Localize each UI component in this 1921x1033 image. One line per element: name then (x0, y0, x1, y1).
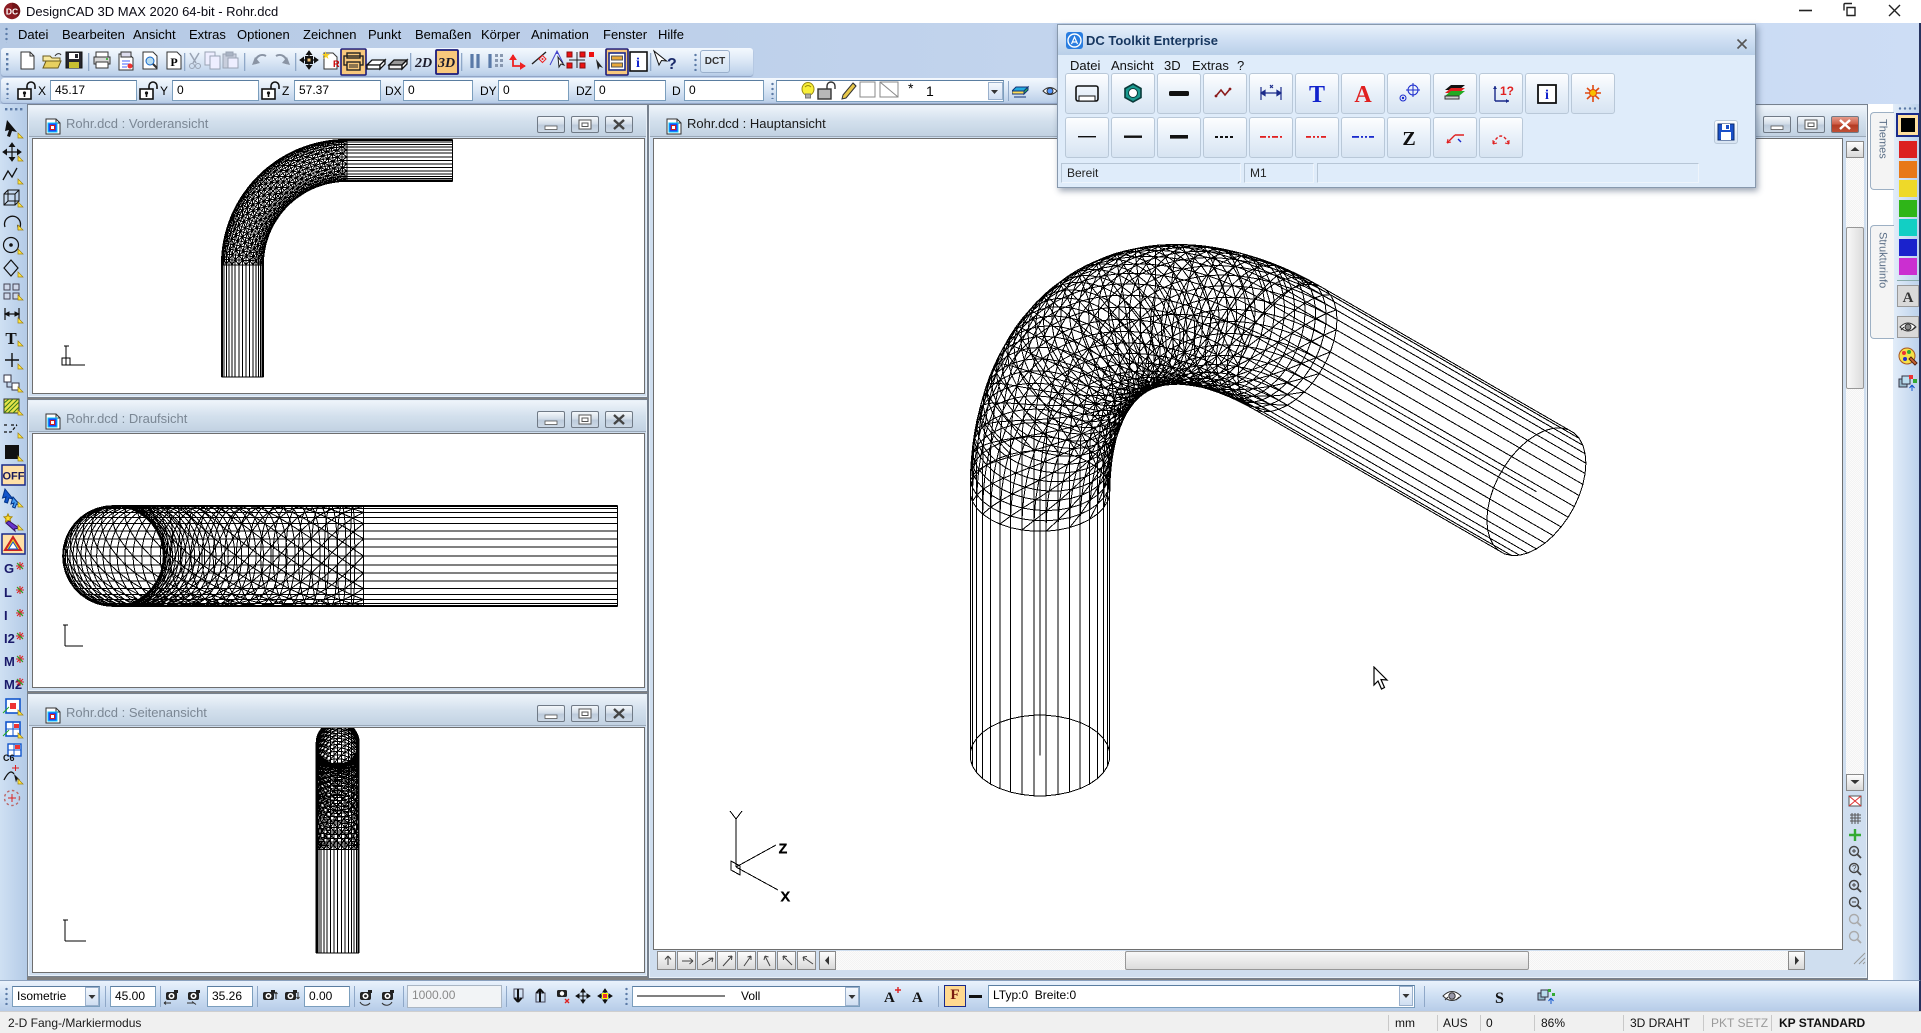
svg-text:T: T (5, 329, 17, 348)
svg-text:M: M (4, 654, 15, 669)
svg-text:i: i (1545, 88, 1549, 103)
svg-text:I2: I2 (4, 631, 15, 646)
svg-text:?: ? (667, 56, 677, 73)
svg-text:?: ? (1852, 864, 1857, 873)
svg-text:X: X (781, 889, 790, 904)
svg-text:*: * (908, 80, 914, 96)
svg-text:T: T (1309, 82, 1325, 108)
svg-text:C6: C6 (3, 753, 15, 763)
svg-text:A: A (884, 990, 895, 1006)
svg-text:L: L (4, 585, 12, 600)
svg-text:1: 1 (926, 83, 934, 99)
svg-text:1?: 1? (1500, 84, 1514, 98)
svg-text:I: I (4, 608, 8, 623)
svg-text:OFF: OFF (3, 471, 25, 483)
svg-text:P: P (170, 55, 177, 69)
svg-text:DC: DC (6, 7, 18, 17)
svg-text:2D: 2D (414, 56, 432, 71)
svg-text:3D: 3D (437, 56, 455, 71)
svg-text:Z: Z (1402, 128, 1415, 150)
svg-text:A: A (1354, 82, 1372, 108)
svg-text:M2: M2 (4, 677, 22, 692)
svg-text:S: S (1495, 990, 1504, 1007)
svg-text:G: G (4, 561, 14, 576)
svg-text:R: R (333, 59, 340, 69)
svg-text:A: A (1903, 290, 1914, 306)
svg-text:Z: Z (779, 841, 787, 856)
svg-text:i: i (636, 56, 640, 71)
svg-text:A: A (912, 990, 923, 1006)
